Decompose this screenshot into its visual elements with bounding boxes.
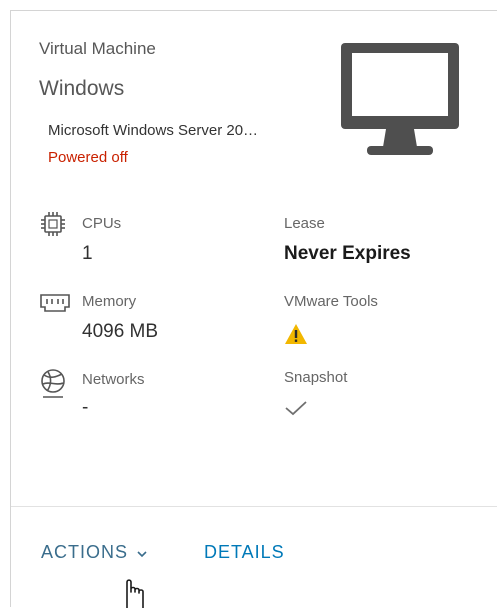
cpus-label: CPUs [82,215,122,232]
actions-dropdown-button[interactable]: ACTIONS [41,542,148,564]
network-globe-icon [39,368,67,405]
hand-pointer-cursor-icon [119,578,153,613]
vm-os-family: Windows [39,77,125,100]
checkmark-icon [284,399,308,422]
actions-label: ACTIONS [41,542,129,562]
footer-divider [11,506,497,507]
chevron-down-icon [136,543,148,564]
networks-value: - [82,397,89,418]
memory-icon [39,292,71,319]
details-button[interactable]: DETAILS [204,542,285,563]
vm-card: Virtual Machine Windows Microsoft Window… [10,10,497,608]
vm-guest-os: Microsoft Windows Server 20… [48,122,259,139]
vm-type-label: Virtual Machine [39,39,156,58]
memory-value: 4096 MB [82,321,159,342]
cpu-icon [39,210,67,243]
vm-power-state: Powered off [48,149,128,166]
lease-label: Lease [284,215,325,232]
cpus-value: 1 [82,243,93,264]
monitor-icon [341,43,459,162]
lease-value: Never Expires [284,243,411,264]
networks-label: Networks [82,371,145,388]
vmware-tools-label: VMware Tools [284,293,378,310]
memory-label: Memory [82,293,137,310]
snapshot-label: Snapshot [284,369,348,386]
warning-icon [284,323,308,350]
